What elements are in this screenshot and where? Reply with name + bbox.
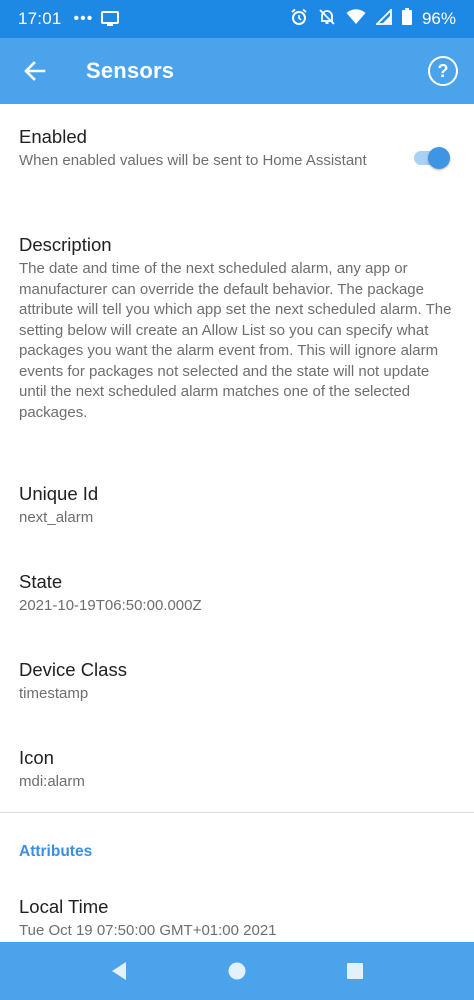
pref-unique-id[interactable]: Unique Id next_alarm [19, 482, 459, 529]
nav-recents-button[interactable] [335, 951, 375, 991]
attributes-category-title: Attributes [19, 843, 93, 860]
pref-device-class-title: Device Class [19, 659, 127, 680]
pref-enabled-summary: When enabled values will be sent to Home… [19, 152, 367, 169]
settings-list: Enabled When enabled values will be sent… [0, 104, 474, 942]
mute-icon [318, 8, 336, 31]
back-button[interactable] [0, 38, 70, 104]
pref-local-time-summary: Tue Oct 19 07:50:00 GMT+01:00 2021 [19, 922, 277, 939]
pref-state[interactable]: State 2021-10-19T06:50:00.000Z [19, 570, 459, 617]
nav-home-button[interactable] [217, 951, 257, 991]
pref-description[interactable]: Description The date and time of the nex… [19, 233, 459, 423]
status-time: 17:01 [18, 9, 62, 28]
status-bar: 17:01 ••• 96% [0, 0, 474, 38]
pref-unique-id-summary: next_alarm [19, 509, 94, 526]
signal-icon [374, 7, 392, 30]
wifi-icon [346, 8, 366, 30]
arrow-left-icon [24, 61, 46, 81]
alarm-icon [290, 8, 308, 31]
pref-enabled[interactable]: Enabled When enabled values will be sent… [19, 125, 399, 172]
page-title: Sensors [86, 58, 175, 83]
section-divider [0, 812, 474, 813]
app-bar: Sensors ? [0, 38, 474, 104]
pref-state-summary: 2021-10-19T06:50:00.000Z [19, 597, 202, 614]
pref-icon[interactable]: Icon mdi:alarm [19, 746, 459, 793]
battery-icon [401, 8, 412, 30]
cast-screen-icon [101, 11, 120, 27]
pref-device-class-summary: timestamp [19, 685, 89, 702]
circle-home-icon [228, 962, 246, 980]
battery-percent: 96% [421, 9, 456, 28]
pref-state-title: State [19, 571, 63, 592]
pref-icon-summary: mdi:alarm [19, 773, 85, 790]
pref-unique-id-title: Unique Id [19, 483, 99, 504]
toggle-thumb [428, 147, 450, 169]
notification-dots-icon: ••• [73, 10, 94, 27]
pref-description-summary: The date and time of the next scheduled … [19, 260, 452, 421]
enabled-toggle[interactable] [412, 145, 452, 171]
system-nav-bar [0, 942, 474, 1000]
pref-device-class[interactable]: Device Class timestamp [19, 658, 459, 705]
pref-local-time[interactable]: Local Time Tue Oct 19 07:50:00 GMT+01:00… [19, 895, 459, 942]
square-recents-icon [347, 963, 363, 979]
triangle-back-icon [112, 962, 126, 980]
pref-description-title: Description [19, 234, 112, 255]
pref-icon-title: Icon [19, 747, 54, 768]
pref-local-time-title: Local Time [19, 896, 109, 917]
help-icon: ? [437, 60, 449, 81]
help-button[interactable]: ? [428, 56, 458, 86]
nav-back-button[interactable] [99, 951, 139, 991]
pref-enabled-title: Enabled [19, 126, 87, 147]
